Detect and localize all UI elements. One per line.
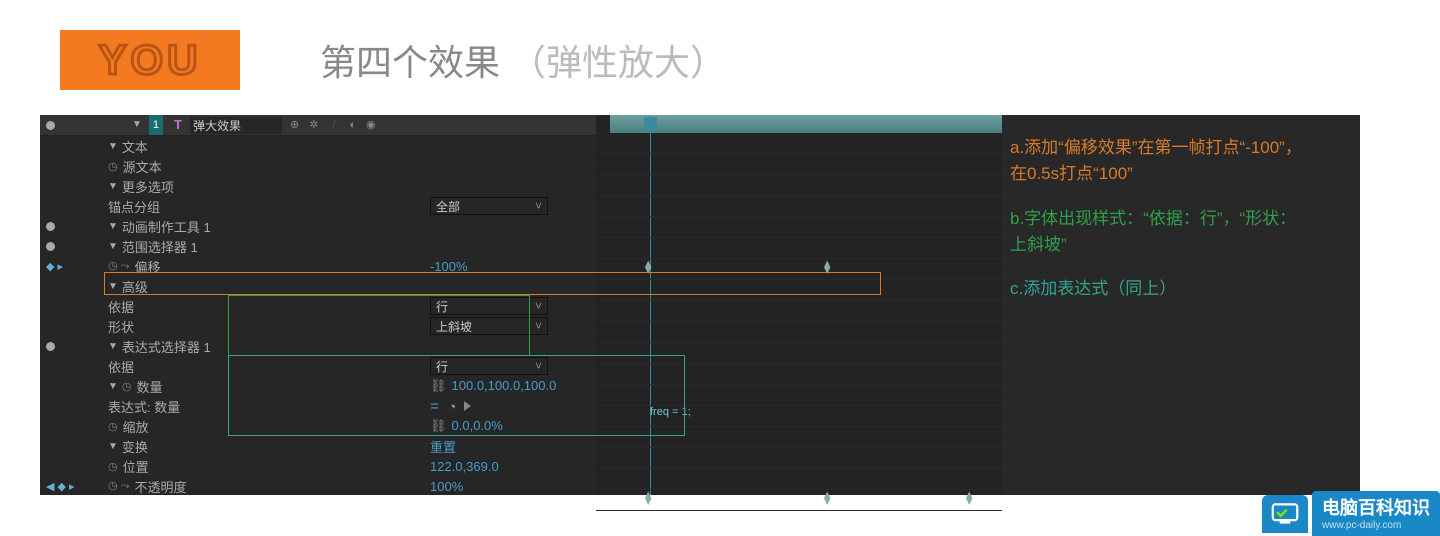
stopwatch-icon[interactable]: ◷ (108, 460, 118, 473)
layer-switches[interactable] (40, 121, 108, 130)
more-options-label: 更多选项 (122, 177, 174, 196)
layer-duration-bar[interactable] (610, 115, 1002, 133)
watermark-line2: www.pc-daily.com (1322, 520, 1430, 531)
keyframe-icon[interactable] (824, 490, 835, 502)
offset-label: 偏移 (134, 257, 160, 276)
stopwatch-icon[interactable]: ◷ (108, 160, 118, 173)
stopwatch-icon[interactable]: ◷ ⤳ (108, 479, 129, 493)
note-c: c.添加表达式（同上） (1010, 276, 1310, 302)
anchor-group-dropdown[interactable]: 全部 (430, 197, 548, 215)
link-icon[interactable]: ⛓ (430, 378, 447, 393)
logo-text: YOU (98, 36, 201, 84)
layer-type-icon: T (174, 115, 182, 135)
annotation-notes: a.添加“偏移效果”在第一帧打点“-100”，在0.5s打点“100” b.字体… (1010, 135, 1310, 303)
visibility-icon[interactable] (46, 242, 55, 251)
keyframe-icon[interactable] (824, 259, 835, 271)
expression-language-icon[interactable] (464, 401, 471, 411)
layer-index: 1 (149, 115, 163, 135)
layer-name-input[interactable] (190, 117, 282, 134)
anchor-group-value: 全部 (436, 198, 460, 215)
twirl-icon[interactable]: ▼ (108, 341, 118, 352)
watermark-icon (1262, 495, 1308, 533)
keyframe-icon[interactable] (645, 259, 656, 271)
opacity-label: 不透明度 (134, 477, 186, 496)
ae-timeline-panel: ▼ 1 T ⊕ ✲ / ◐ ◉ 无 ▼文本 动画: ◉ (40, 115, 1002, 495)
position-value[interactable]: 122.0,369.0 (430, 459, 499, 474)
note-b: b.字体出现样式：“依据：行”，“形状：上斜坡” (1010, 206, 1310, 259)
amount-label: 数量 (137, 377, 163, 396)
expression-selector-label: 表达式选择器 1 (122, 337, 211, 356)
offset-value[interactable]: -100% (430, 259, 468, 274)
twirl-icon[interactable]: ▼ (108, 281, 118, 292)
motion-blur-icon[interactable]: ◉ (366, 115, 376, 135)
watermark: 电脑百科知识 www.pc-daily.com (1262, 491, 1440, 536)
keyframe-icon[interactable] (966, 490, 977, 502)
transform-label: 变换 (122, 437, 148, 456)
shape-value: 上斜坡 (436, 318, 472, 335)
based-on-dropdown[interactable]: 行 (430, 297, 548, 315)
range-selector-label: 范围选择器 1 (122, 237, 198, 256)
note-a: a.添加“偏移效果”在第一帧打点“-100”，在0.5s打点“100” (1010, 135, 1310, 188)
expression-enable-icon[interactable]: = (430, 398, 439, 415)
visibility-icon[interactable] (46, 222, 55, 231)
scale-label: 缩放 (123, 417, 149, 436)
twirl-icon[interactable]: ▼ (108, 141, 118, 152)
twirl-icon[interactable]: ▼ (108, 241, 118, 252)
shape-dropdown[interactable]: 上斜坡 (430, 317, 548, 335)
based-on-dropdown-2[interactable]: 行 (430, 357, 548, 375)
text-group-label: 文本 (122, 137, 148, 156)
page-header: YOU 第四个效果 （弹性放大） (0, 0, 1440, 115)
fx-icon[interactable]: ✲ (309, 115, 318, 135)
amount-expr-label: 表达式: 数量 (108, 397, 180, 416)
visibility-icon[interactable] (46, 121, 55, 130)
link-icon[interactable]: ⛓ (430, 418, 447, 433)
advanced-label: 高级 (122, 277, 148, 296)
position-label: 位置 (123, 457, 149, 476)
expression-text[interactable]: freq = 1; (650, 406, 691, 418)
stopwatch-icon[interactable]: ◷ ⤳ (108, 259, 129, 273)
title-main: 第四个效果 (320, 42, 500, 83)
based-on-label-2: 依据 (108, 357, 134, 376)
stopwatch-icon[interactable]: ◷ (122, 380, 132, 393)
twirl-icon[interactable]: ▼ (108, 381, 118, 392)
based-on-value: 行 (436, 298, 448, 315)
opacity-value[interactable]: 100% (430, 479, 463, 494)
based-on-value-2: 行 (436, 358, 448, 375)
logo: YOU (60, 30, 240, 90)
shape-label: 形状 (108, 317, 134, 336)
shy-icon[interactable]: ⊕ (290, 115, 299, 135)
anchor-group-label: 锚点分组 (108, 197, 160, 216)
expression-graph-icon[interactable]: ◔ (448, 399, 456, 414)
twirl-icon[interactable]: ▼ (108, 181, 118, 192)
timeline-area[interactable]: freq = 1; (596, 115, 1002, 495)
based-on-label: 依据 (108, 297, 134, 316)
twirl-icon[interactable]: ▼ (132, 115, 142, 135)
amount-value[interactable]: 100.0,100.0,100.0 (452, 378, 557, 393)
frame-blend-icon[interactable]: ◐ (349, 115, 356, 135)
scale-value[interactable]: 0.0,0.0% (452, 418, 503, 433)
source-text-label: 源文本 (123, 157, 162, 176)
page-title: 第四个效果 （弹性放大） (320, 34, 726, 86)
reset-button[interactable]: 重置 (430, 440, 456, 455)
layer-switch-icons[interactable]: ⊕ ✲ / ◐ ◉ (290, 115, 376, 135)
watermark-text: 电脑百科知识 www.pc-daily.com (1312, 491, 1440, 536)
watermark-line1: 电脑百科知识 (1322, 494, 1430, 520)
keyframe-nav-icon[interactable]: ◆ ▸ (46, 260, 63, 273)
twirl-icon[interactable]: ▼ (108, 441, 118, 452)
keyframe-nav-icon[interactable]: ◀ ◆ ▸ (46, 480, 75, 493)
stopwatch-icon[interactable]: ◷ (108, 420, 118, 433)
visibility-icon[interactable] (46, 342, 55, 351)
animator-label: 动画制作工具 1 (122, 217, 211, 236)
twirl-icon[interactable]: ▼ (108, 221, 118, 232)
title-sub: （弹性放大） (510, 42, 726, 83)
keyframe-icon[interactable] (645, 490, 656, 502)
